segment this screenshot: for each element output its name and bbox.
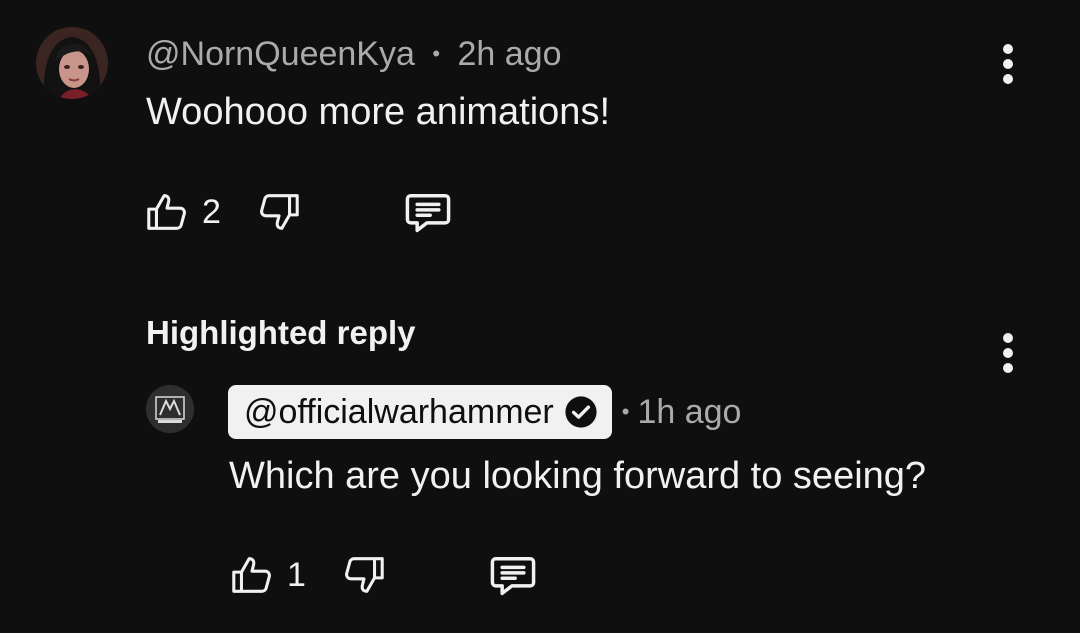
comment-header: @NornQueenKya • 2h ago [146,32,562,76]
reply-like-button[interactable]: 1 [229,552,341,598]
reply-action-bar: 1 [229,549,539,601]
reply-author: @officialwarhammer [244,392,554,431]
reply-dislike-button[interactable] [341,552,487,598]
more-vertical-icon-dot [1003,74,1013,84]
separator-dot: • [621,398,630,424]
comment-body: Woohooo more animations! [146,91,610,133]
reply-time-wrap: • 1h ago [622,393,742,432]
reply-timestamp: 1h ago [637,392,742,431]
channel-logo-icon [146,385,194,433]
comment-timestamp: 2h ago [457,35,562,73]
like-button[interactable]: 2 [144,189,256,235]
reply-button[interactable] [402,186,454,238]
more-vertical-icon-dot [1003,363,1013,373]
reply-comment-icon [405,194,451,233]
reply-body: Which are you looking forward to seeing? [229,455,927,497]
reply-header: @officialwarhammer • 1h ago [228,385,741,439]
thumbs-up-icon [147,194,186,230]
comment-action-bar: 2 [144,186,454,238]
reply-author-chip[interactable]: @officialwarhammer [228,385,612,439]
more-vertical-icon-dot [1003,59,1013,69]
reply-comment-icon [490,557,536,596]
more-vertical-icon-dot [1003,348,1013,358]
like-count: 2 [202,193,221,231]
comment-more-button[interactable] [996,42,1020,86]
thumbs-down-icon [260,194,299,230]
highlighted-reply-label: Highlighted reply [146,314,416,351]
reply-reply-button[interactable] [487,549,539,601]
user-photo-icon [36,27,108,99]
thumbs-down-icon [345,557,384,593]
comment-author[interactable]: @NornQueenKya [146,35,415,73]
dislike-button[interactable] [256,189,402,235]
comments-panel: @NornQueenKya • 2h ago Woohooo more anim… [0,0,1080,633]
thumbs-up-icon [232,557,271,593]
reply-more-button[interactable] [996,331,1020,375]
more-vertical-icon [1003,44,1013,54]
more-vertical-icon [1003,333,1013,343]
reply-like-count: 1 [287,556,306,594]
separator-dot: • [432,41,441,66]
commenter-avatar[interactable] [36,27,108,99]
verified-check-icon [565,396,597,428]
reply-author-avatar[interactable] [146,385,194,433]
